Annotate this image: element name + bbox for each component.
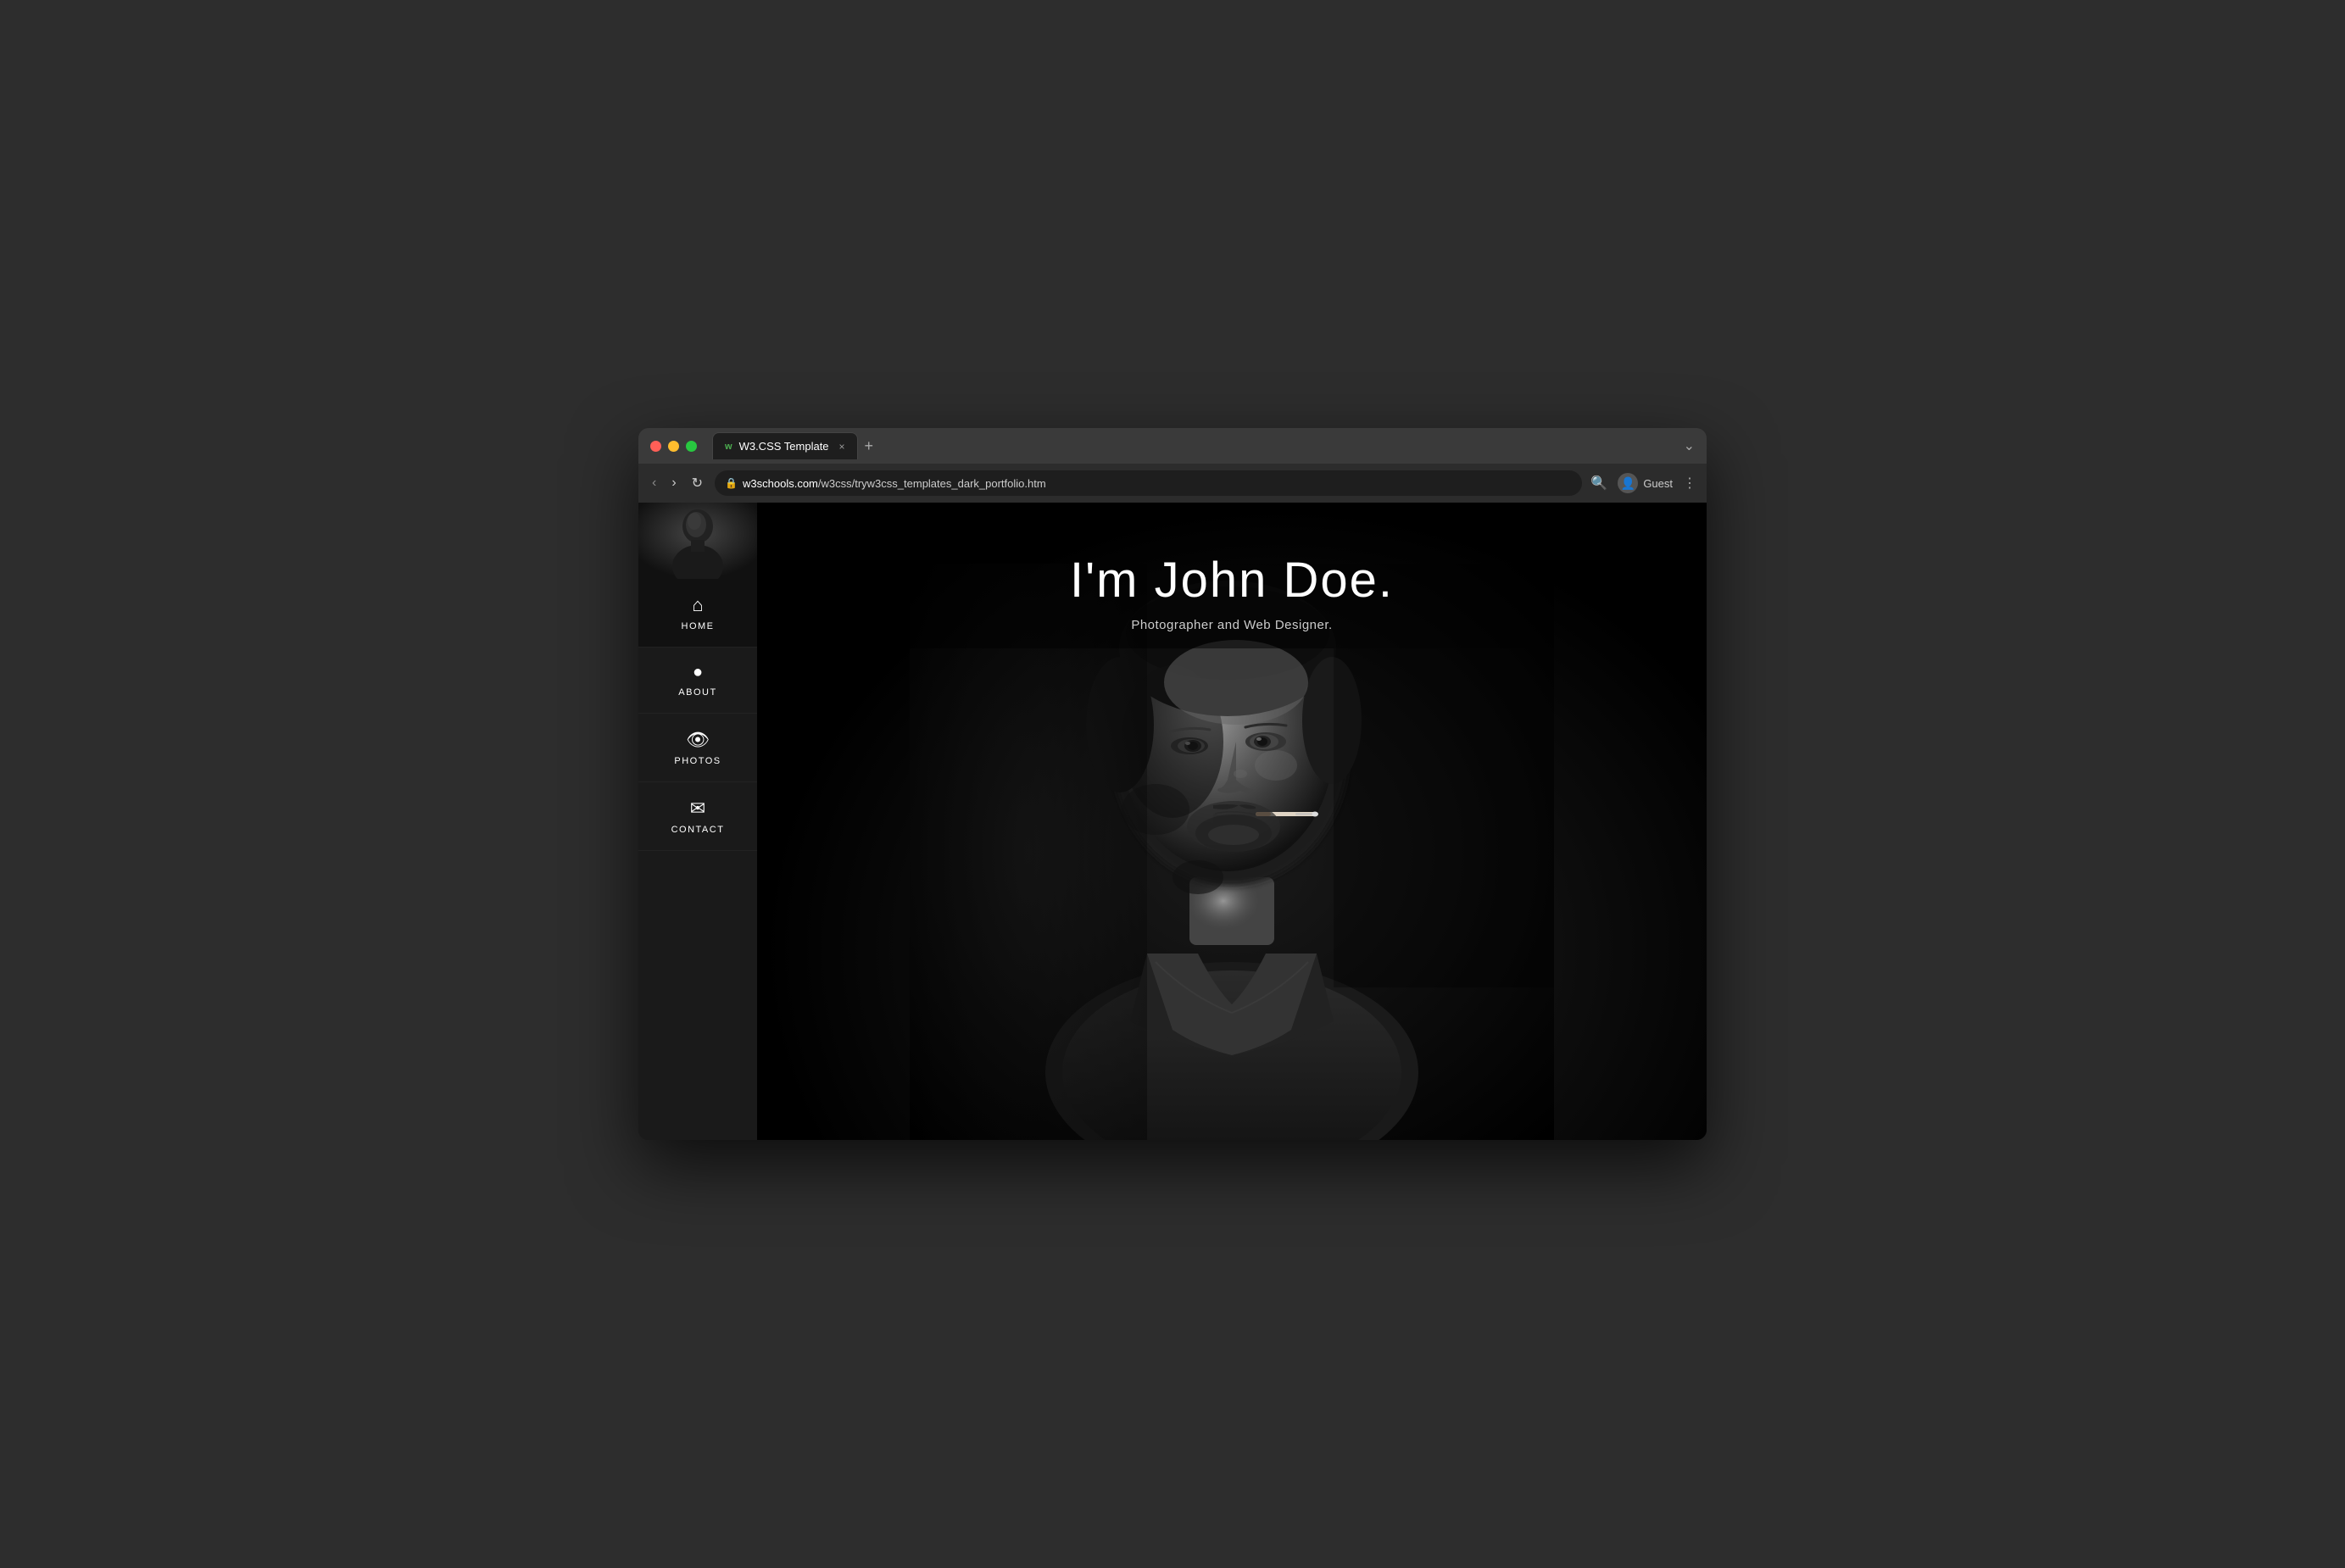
sidebar-item-home[interactable]: ⌂ HOME: [638, 579, 757, 648]
sidebar: ⌂ HOME ● ABOUT 👁 PHOTOS ✉ CONTACT: [638, 503, 757, 1140]
minimize-button[interactable]: [668, 441, 679, 452]
browser-window: w W3.CSS Template × + ⌄ ‹ › ↻ 🔒 w3school…: [638, 428, 1707, 1140]
more-icon[interactable]: ⋮: [1683, 475, 1696, 492]
address-bar[interactable]: 🔒 w3schools.com/w3css/tryw3css_templates…: [715, 470, 1582, 496]
photos-label: PHOTOS: [674, 756, 721, 766]
address-bar-row: ‹ › ↻ 🔒 w3schools.com/w3css/tryw3css_tem…: [638, 464, 1707, 503]
close-button[interactable]: [650, 441, 661, 452]
about-label: ABOUT: [678, 687, 716, 698]
about-icon: ●: [693, 663, 703, 682]
sidebar-item-contact[interactable]: ✉ CONTACT: [638, 782, 757, 851]
browser-chrome: w W3.CSS Template × + ⌄ ‹ › ↻ 🔒 w3school…: [638, 428, 1707, 503]
user-avatar: 👤: [1618, 473, 1638, 493]
refresh-button[interactable]: ↻: [688, 471, 706, 495]
user-badge[interactable]: 👤 Guest: [1618, 473, 1673, 493]
main-content: I'm John Doe. Photographer and Web Desig…: [757, 503, 1707, 1140]
contact-label: CONTACT: [671, 825, 725, 835]
tab-title: W3.CSS Template: [739, 440, 829, 453]
title-bar: w W3.CSS Template × + ⌄: [638, 428, 1707, 464]
toolbar-right: 🔍 👤 Guest ⋮: [1590, 473, 1696, 493]
address-text: w3schools.com/w3css/tryw3css_templates_d…: [743, 477, 1046, 490]
photos-icon: 👁: [686, 729, 710, 751]
search-icon[interactable]: 🔍: [1590, 475, 1607, 492]
hero-subtitle: Photographer and Web Designer.: [757, 618, 1707, 632]
tab-bar: w W3.CSS Template × +: [712, 432, 1675, 459]
forward-button[interactable]: ›: [668, 472, 679, 494]
traffic-lights: [650, 441, 697, 452]
new-tab-button[interactable]: +: [858, 437, 881, 455]
sidebar-item-photos[interactable]: 👁 PHOTOS: [638, 714, 757, 782]
username-label: Guest: [1643, 477, 1673, 490]
tab-close-button[interactable]: ×: [839, 441, 845, 453]
contact-icon: ✉: [690, 798, 705, 820]
expand-icon: ⌄: [1684, 437, 1695, 454]
home-icon: ⌂: [692, 594, 703, 616]
address-domain: w3schools.com: [743, 477, 818, 490]
maximize-button[interactable]: [686, 441, 697, 452]
sidebar-item-about[interactable]: ● ABOUT: [638, 648, 757, 714]
hero-title: I'm John Doe.: [757, 553, 1707, 608]
page-content: ⌂ HOME ● ABOUT 👁 PHOTOS ✉ CONTACT: [638, 503, 1707, 1140]
hero-portrait: [910, 564, 1554, 1140]
address-path: /w3css/tryw3css_templates_dark_portfolio…: [818, 477, 1046, 490]
active-tab[interactable]: w W3.CSS Template ×: [712, 432, 858, 459]
tab-favicon: w: [725, 442, 732, 452]
home-label: HOME: [682, 621, 715, 631]
lock-icon: 🔒: [725, 477, 738, 489]
sidebar-avatar: [638, 503, 757, 579]
back-button[interactable]: ‹: [649, 472, 660, 494]
hero-text: I'm John Doe. Photographer and Web Desig…: [757, 503, 1707, 632]
